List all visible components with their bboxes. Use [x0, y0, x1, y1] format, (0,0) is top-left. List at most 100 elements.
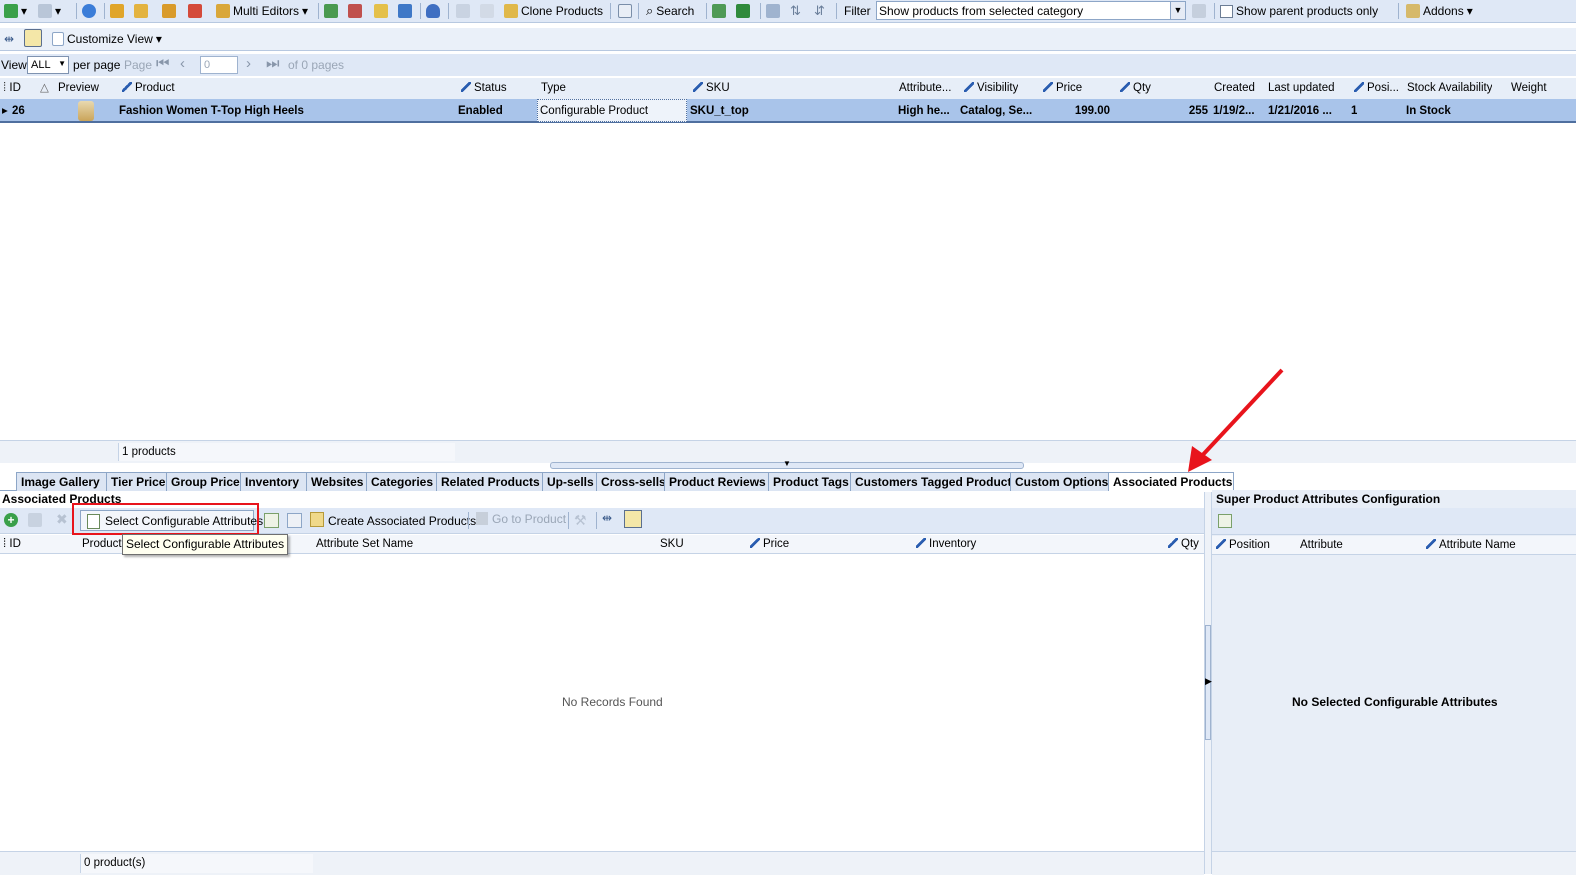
go-to-product-button[interactable]: Go to Product — [476, 512, 566, 526]
assoc-col-attribute-set[interactable]: Attribute Set Name — [316, 536, 413, 552]
import-icon[interactable] — [712, 2, 726, 20]
tab-tier-price[interactable]: Tier Price — [106, 472, 172, 491]
filter-select[interactable]: Show products from selected category ▼ — [876, 1, 1186, 20]
forward-icon[interactable]: ▾ — [38, 2, 61, 20]
edit-pencil-icon — [964, 82, 974, 92]
tab-categories[interactable]: Categories — [366, 472, 442, 491]
edit-pencil-icon — [461, 82, 471, 92]
chevron-down-icon: ▼ — [1170, 2, 1185, 19]
grid-mode-icon[interactable] — [624, 510, 642, 528]
col-header-weight[interactable]: Weight — [1511, 80, 1547, 97]
edit-product-icon[interactable] — [134, 2, 148, 20]
page-label: Page — [124, 58, 153, 72]
columns-icon[interactable]: ⇹ — [602, 511, 612, 525]
tab-image-gallery[interactable]: Image Gallery — [16, 472, 112, 491]
prev-page-icon[interactable]: ‹ — [180, 55, 185, 72]
first-page-icon[interactable]: ⏮ — [156, 55, 170, 72]
paste-icon[interactable] — [480, 2, 494, 20]
sort-desc-icon[interactable]: ⇵ — [814, 2, 825, 20]
delete-product-icon[interactable] — [188, 2, 202, 20]
assoc-col-inventory[interactable]: Inventory — [916, 536, 976, 552]
col-header-stock[interactable]: Stock Availability — [1407, 80, 1492, 97]
columns-icon[interactable]: ⇹ — [4, 30, 14, 48]
tab-product-reviews[interactable]: Product Reviews — [664, 472, 772, 491]
splitter-handle[interactable]: ▶ — [1205, 625, 1212, 740]
tab-cross-sells[interactable]: Cross-sells — [596, 472, 670, 491]
chevron-down-icon: ▼ — [58, 59, 66, 68]
col-header-attribute[interactable]: Attribute... — [899, 80, 957, 97]
refresh-icon[interactable] — [82, 2, 96, 20]
gift-icon[interactable] — [348, 2, 362, 20]
col-header-visibility[interactable]: Visibility — [964, 80, 1018, 97]
panel-splitter[interactable]: ▼ — [550, 459, 1024, 469]
create-associated-products-button[interactable]: Create Associated Products — [310, 512, 476, 528]
shield-icon[interactable] — [426, 2, 440, 20]
remove-icon[interactable]: ✖ — [56, 511, 68, 528]
customize-view-button[interactable]: Customize View ▾ — [52, 30, 162, 48]
copy-icon[interactable] — [456, 2, 470, 20]
globe-icon[interactable] — [398, 2, 412, 20]
add-to-list-icon[interactable] — [264, 513, 279, 528]
col-header-price[interactable]: Price — [1043, 80, 1082, 97]
sync-icon[interactable] — [324, 2, 338, 20]
next-page-icon[interactable]: › — [246, 55, 251, 72]
tab-customers-tagged-product[interactable]: Customers Tagged Product — [850, 472, 1016, 491]
last-page-icon[interactable]: ⏭ — [266, 55, 280, 72]
col-header-type[interactable]: Type — [541, 80, 566, 97]
report-icon[interactable] — [766, 2, 780, 20]
col-header-created[interactable]: Created — [1214, 80, 1255, 97]
super-col-attribute-name[interactable]: Attribute Name — [1426, 537, 1516, 553]
clear-filter-icon[interactable] — [1192, 2, 1206, 20]
search-button[interactable]: ⌕ Search — [646, 2, 694, 20]
clone-products-button[interactable]: Clone Products — [504, 2, 603, 20]
col-header-preview[interactable]: Preview — [58, 80, 99, 97]
tab-product-tags[interactable]: Product Tags — [768, 472, 856, 491]
highlight-box — [72, 503, 259, 535]
tools-icon[interactable]: ⚒ — [574, 512, 587, 529]
main-toolbar: ▾ ▾ Multi Editors ▾ Clone Products ⌕ Sear… — [0, 0, 1576, 23]
cell-position: 1 — [1351, 105, 1358, 117]
col-header-last-updated[interactable]: Last updated — [1268, 80, 1335, 97]
cell-price: 199.00 — [1074, 105, 1110, 117]
add-attribute-icon[interactable] — [1218, 514, 1232, 528]
assoc-col-product[interactable]: Product — [82, 536, 122, 552]
col-header-position[interactable]: Posi... — [1354, 80, 1399, 97]
excel-icon[interactable] — [736, 2, 750, 20]
assoc-col-id[interactable]: ⁞ ID — [3, 536, 21, 552]
tab-up-sells[interactable]: Up-sells — [542, 472, 602, 491]
tab-websites[interactable]: Websites — [306, 472, 372, 491]
assoc-col-price[interactable]: Price — [750, 536, 789, 552]
view-select[interactable]: ALL ▼ — [27, 56, 69, 74]
remove-from-list-icon[interactable] — [287, 513, 302, 528]
add-product-icon[interactable] — [110, 2, 124, 20]
assoc-col-qty[interactable]: Qty — [1168, 536, 1199, 552]
edit-icon[interactable] — [28, 513, 42, 527]
super-col-attribute[interactable]: Attribute — [1300, 537, 1343, 553]
addons-button[interactable]: Addons ▾ — [1406, 2, 1473, 20]
add-icon[interactable]: + — [4, 513, 18, 527]
duplicate-icon[interactable] — [162, 2, 176, 20]
tab-custom-options[interactable]: Custom Options — [1010, 472, 1114, 491]
tab-group-price[interactable]: Group Price — [166, 472, 246, 491]
back-icon[interactable]: ▾ — [4, 2, 27, 20]
tab-inventory[interactable]: Inventory — [240, 472, 312, 491]
col-header-status[interactable]: Status — [461, 80, 507, 97]
cell-created: 1/19/2... — [1213, 105, 1255, 117]
tag-icon[interactable] — [374, 2, 388, 20]
export-icon[interactable] — [618, 2, 632, 20]
assoc-col-sku[interactable]: SKU — [660, 536, 684, 552]
col-header-sku[interactable]: SKU — [693, 80, 730, 97]
multi-editors-button[interactable]: Multi Editors ▾ — [216, 2, 308, 20]
tab-related-products[interactable]: Related Products — [436, 472, 548, 491]
grid-mode-icon[interactable] — [24, 29, 42, 47]
cell-qty: 255 — [1188, 105, 1208, 117]
super-col-position[interactable]: Position — [1216, 537, 1270, 553]
col-header-id[interactable]: ⁞ ID — [3, 80, 21, 97]
col-header-product[interactable]: Product — [122, 80, 175, 97]
sort-asc-icon[interactable]: ⇅ — [790, 2, 801, 20]
show-parent-checkbox[interactable]: Show parent products only — [1220, 2, 1378, 20]
page-input[interactable]: 0 — [200, 56, 238, 74]
of-pages-label: of 0 pages — [288, 58, 345, 72]
col-header-qty[interactable]: Qty — [1120, 80, 1151, 97]
document-icon — [52, 32, 64, 46]
